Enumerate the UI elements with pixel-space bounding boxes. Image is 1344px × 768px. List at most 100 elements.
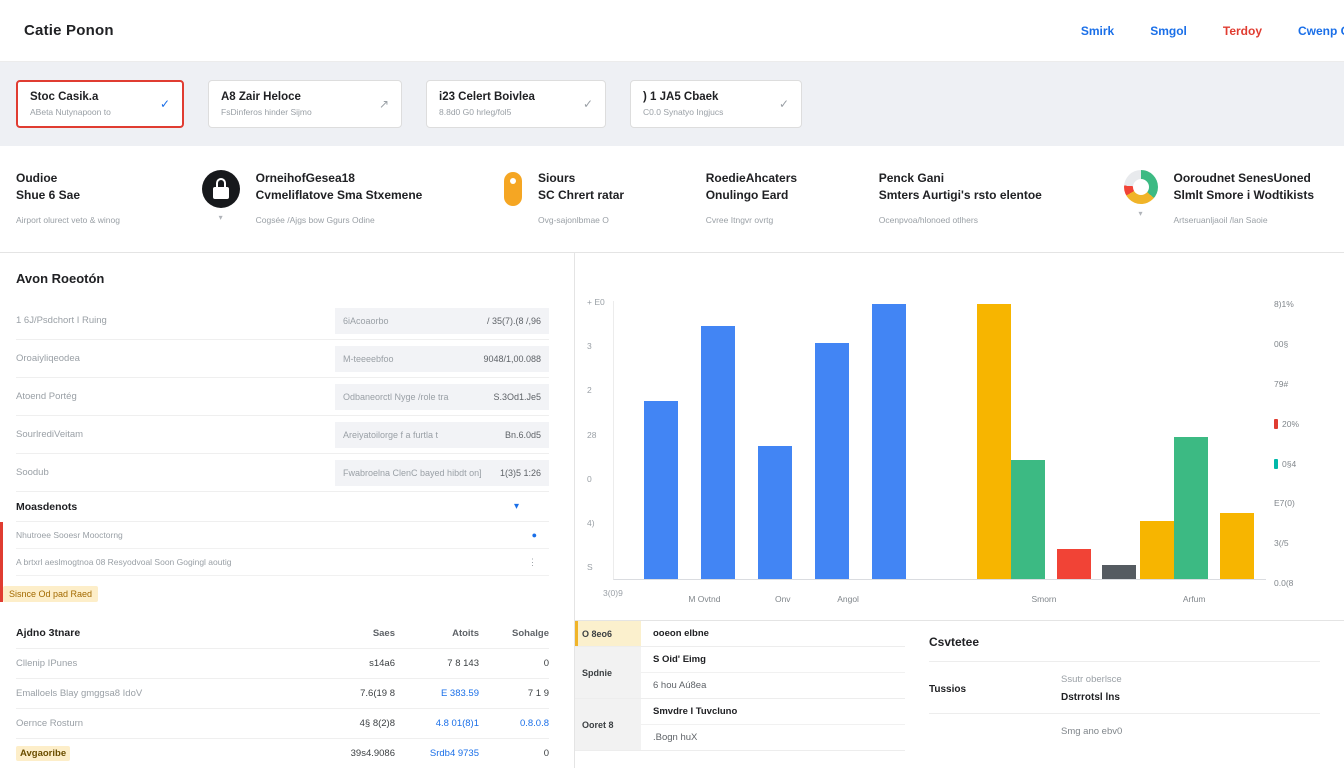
schedule-item[interactable]: Smvdre I Tuvcluno xyxy=(641,699,905,724)
y-tick-label: S xyxy=(587,562,605,572)
report-link-0[interactable]: Nhutroee Sooesr Mooctorng ● xyxy=(16,522,549,549)
status-badge[interactable]: Sisnce Od pad Raed xyxy=(3,586,98,602)
header-nav: Smirk Smgol Terdoy Cwenp Cuo xyxy=(1081,24,1344,38)
stat-card-0[interactable]: Stoc Casik.a ABeta Nutynapoon to ✓ xyxy=(16,80,184,128)
schedule-item[interactable]: S Oid' Eimg xyxy=(641,647,905,672)
feature-text: OudioeShue 6 Sae Airport olurect veto & … xyxy=(16,170,120,225)
stat-card-2[interactable]: i23 Celert Boivlea 8.8d0 G0 hrleg/fol5 ✓ xyxy=(426,80,606,128)
report-row-2[interactable]: Atoend Portég Odbaneorctl Nyge /role tra… xyxy=(16,378,549,416)
table-row-3[interactable]: Avgaoribe39s4.9086Srdb4 97350 xyxy=(16,738,549,768)
chart-bar-7[interactable] xyxy=(1057,549,1091,580)
table-row-1[interactable]: Emalloels Blay gmggsa8 IdoV7.6(19 8E 383… xyxy=(16,678,549,708)
report-row-label: SourlrediVeitam xyxy=(16,429,335,440)
schedule-item[interactable]: 6 hou Aú8ea xyxy=(641,672,905,698)
schedule-item[interactable]: .Bogn huX xyxy=(641,724,905,750)
schedule-group-label[interactable]: Spdnie xyxy=(575,647,641,698)
table-row-label: Emalloels Blay gmggsa8 IdoV xyxy=(16,688,323,699)
chart-bar-11[interactable] xyxy=(1220,513,1254,580)
stat-card-1[interactable]: A8 Zair Heloce FsDinferos hinder Sijmo ↗ xyxy=(208,80,402,128)
nav-link-1[interactable]: Smgol xyxy=(1150,24,1187,38)
main-content: Avon Roeotón 1 6J/Psdchort I Ruing 6iAco… xyxy=(0,252,1344,768)
chevron-down-icon: ▾ xyxy=(1139,209,1143,218)
feature-title: Ooroudnet SenesUonedSlmlt Smore i Wodtik… xyxy=(1174,170,1314,204)
feature-subtitle: Ovg-sajonlbmae O xyxy=(538,215,624,225)
feature-item-0[interactable]: OudioeShue 6 Sae Airport olurect veto & … xyxy=(16,170,120,252)
report-row-3[interactable]: SourlrediVeitam Areiyatoilorge f a furtl… xyxy=(16,416,549,454)
schedule-group-label[interactable]: Ooret 8 xyxy=(575,699,641,750)
chart-bar-4[interactable] xyxy=(872,304,906,579)
report-panel-title: Avon Roeotón xyxy=(16,271,549,286)
report-row-label: Oroaiyliqeodea xyxy=(16,353,335,364)
chart-bar-1[interactable] xyxy=(701,326,735,579)
feature-item-3[interactable]: RoedieAhcatersOnulingo Eard Cvree Itngvr… xyxy=(706,170,797,252)
stat-card-title: ) 1 JA5 Cbaek xyxy=(643,91,723,103)
report-row-label: Soodub xyxy=(16,467,335,478)
report-link-label: Nhutroee Sooesr Mooctorng xyxy=(16,530,123,540)
chart-plot xyxy=(613,301,1266,580)
top-header: Catie Ponon Smirk Smgol Terdoy Cwenp Cuo xyxy=(0,0,1344,62)
feature-item-2[interactable]: SioursSC Chrert ratar Ovg-sajonlbmae O xyxy=(504,170,624,252)
report-value-amount: S.3Od1.Je5 xyxy=(493,392,541,402)
chart-bar-9[interactable] xyxy=(1140,521,1174,579)
report-row-value: Areiyatoilorge f a furtla t Bn.6.0d5 xyxy=(335,422,549,448)
more-icon: ⋮ xyxy=(528,557,537,568)
stat-card-3[interactable]: ) 1 JA5 Cbaek C0.0 Synatyo Ingjucs ✓ xyxy=(630,80,802,128)
feature-title: RoedieAhcatersOnulingo Eard xyxy=(706,170,797,204)
y-axis-right: 8)1%00§79#20%0§4E7(0)3(/50.0(8 xyxy=(1274,299,1336,588)
chart-bar-3[interactable] xyxy=(815,343,849,580)
chart-bar-5[interactable] xyxy=(977,304,1011,579)
bar-chart: + E0322804)S 3(0)9 8)1%00§79#20%0§4E7(0)… xyxy=(575,253,1344,620)
table-cell: 4§ 8(2)8 xyxy=(323,718,395,729)
feature-item-1[interactable]: ▾ OrneihofGesea18Cvmeliflatove Sma Stxem… xyxy=(202,170,423,252)
report-value-name: M-teeeebfoo xyxy=(343,354,394,364)
chart-bar-0[interactable] xyxy=(644,401,678,579)
overview-title: Csvtetee xyxy=(929,635,1320,662)
brand-logo: Catie Ponon xyxy=(24,22,114,39)
schedule-group-label[interactable]: O 8eo6 xyxy=(575,621,641,646)
y-right-label: 3(/5 xyxy=(1274,538,1336,548)
nav-link-0[interactable]: Smirk xyxy=(1081,24,1114,38)
feature-item-5[interactable]: ▾ Ooroudnet SenesUonedSlmlt Smore i Wodt… xyxy=(1124,170,1314,252)
chevron-down-icon: ▾ xyxy=(514,501,519,512)
y-right-label: 0§4 xyxy=(1274,459,1336,469)
report-panel: Avon Roeotón 1 6J/Psdchort I Ruing 6iAco… xyxy=(0,253,574,614)
nav-link-3[interactable]: Cwenp Cuo xyxy=(1298,24,1344,38)
table-row-0[interactable]: Cllenip IPuness14a67 8 1430 xyxy=(16,648,549,678)
x-axis: M OvtndOnvAngolSmornArfum xyxy=(613,594,1266,606)
report-row-1[interactable]: Oroaiyliqeodea M-teeeebfoo 9048/1,00.088 xyxy=(16,340,549,378)
stats-table: Ajdno 3tnare Saes Atoits Sohalge Cllenip… xyxy=(0,614,574,768)
table-cell: 0 xyxy=(479,658,549,669)
overview-footer-value: Smg ano ebv0 xyxy=(1061,714,1320,737)
stats-table-title: Ajdno 3tnare xyxy=(16,627,323,639)
x-tick-label: Angol xyxy=(837,594,859,604)
overview-row-values: Ssutr oberlsce Dstrrotsl lns xyxy=(1061,674,1122,703)
schedule-item[interactable]: ooeon elbne xyxy=(641,621,905,646)
report-row-label: Atoend Portég xyxy=(16,391,335,402)
report-value-amount: 1(3)5 1:26 xyxy=(500,468,541,478)
y-tick-label: 28 xyxy=(587,430,605,440)
table-row-2[interactable]: Oernce Rosturn4§ 8(2)84.8 01(8)10.8.0.8 xyxy=(16,708,549,738)
table-cell: 0 xyxy=(479,748,549,759)
report-value-amount: Bn.6.0d5 xyxy=(505,430,541,440)
chart-bar-2[interactable] xyxy=(758,446,792,580)
overview-value-sub: Ssutr oberlsce xyxy=(1061,674,1122,685)
chart-bar-6[interactable] xyxy=(1011,460,1045,580)
stats-table-header: Ajdno 3tnare Saes Atoits Sohalge xyxy=(16,618,549,648)
report-row-4[interactable]: Soodub Fwabroelna ClenC bayed hibdt on] … xyxy=(16,454,549,492)
table-cell: s14a6 xyxy=(323,658,395,669)
nav-link-2[interactable]: Terdoy xyxy=(1223,24,1262,38)
table-cell: 4.8 01(8)1 xyxy=(395,718,479,729)
x-tick-label: Onv xyxy=(775,594,791,604)
report-row-value: M-teeeebfoo 9048/1,00.088 xyxy=(335,346,549,372)
feature-subtitle: Cogsée /Ajgs bow Ggurs Odine xyxy=(256,215,423,225)
chart-bar-8[interactable] xyxy=(1102,565,1136,579)
report-row-0[interactable]: 1 6J/Psdchort I Ruing 6iAcoaorbo / 35(7)… xyxy=(16,302,549,340)
feature-text: SioursSC Chrert ratar Ovg-sajonlbmae O xyxy=(538,170,624,225)
report-expander[interactable]: Moasdenots ▾ xyxy=(16,492,549,522)
report-link-1[interactable]: A brtxrl aeslmogtnoa 08 Resyodvoal Soon … xyxy=(16,549,549,576)
y-tick-label: 2 xyxy=(587,385,605,395)
feature-item-4[interactable]: Penck GaniSmters Aurtigi's rsto elentoe … xyxy=(879,170,1042,252)
chart-bar-10[interactable] xyxy=(1174,437,1208,579)
table-cell: 7 8 143 xyxy=(395,658,479,669)
y-axis-left: + E0322804)S xyxy=(587,297,605,572)
